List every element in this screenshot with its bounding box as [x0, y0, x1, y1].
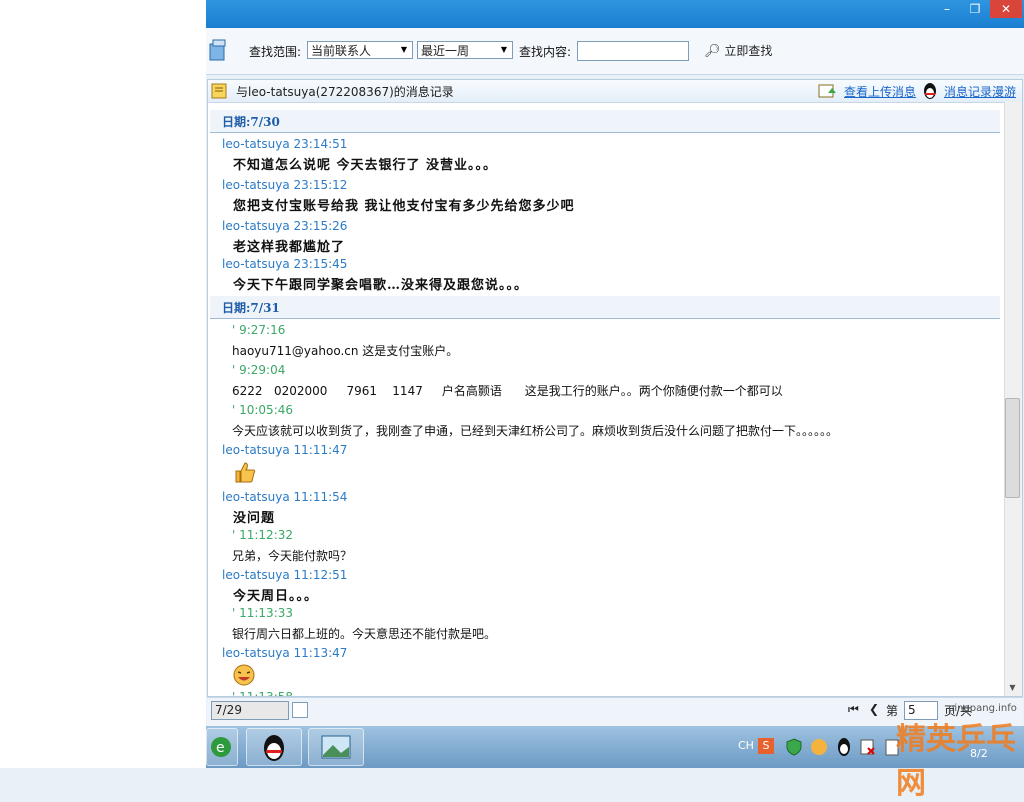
- calendar-icon[interactable]: [292, 702, 308, 718]
- qq-penguin-icon[interactable]: [922, 82, 938, 100]
- left-blank-panel: [0, 0, 206, 768]
- qq-icon: [264, 735, 284, 761]
- upload-icon[interactable]: [818, 83, 836, 99]
- search-content-input[interactable]: [577, 41, 689, 61]
- security-shield-icon[interactable]: [786, 738, 802, 756]
- message-text: 不知道怎么说呢 今天去银行了 没营业。。。: [233, 158, 498, 173]
- taskbar-picture-button[interactable]: [308, 728, 364, 766]
- first-page-icon[interactable]: ⏮: [848, 702, 859, 717]
- thumbs-up-emoji-icon: [235, 462, 256, 483]
- close-button[interactable]: ✕: [990, 0, 1022, 18]
- taskbar-qq-button[interactable]: [246, 728, 302, 766]
- picture-viewer-icon: [321, 735, 351, 759]
- search-content-label: 查找内容:: [519, 45, 572, 59]
- message-manager-icon[interactable]: [208, 38, 228, 62]
- message-text: 兄弟，今天能付款吗？: [232, 549, 353, 563]
- my-message-time: ' 11:12:32: [232, 528, 294, 542]
- date-bar: [210, 110, 1000, 133]
- period-value: 最近一周: [421, 44, 470, 58]
- message-text: 今天下午跟同学聚会唱歌…没来得及跟您说。。。: [233, 278, 529, 293]
- tray-qq-icon[interactable]: [836, 737, 852, 757]
- message-text: 6222 0202000 7961 1147 户名高颢语 这是我工行的账户。。两…: [232, 384, 783, 398]
- record-title: 与leo-tatsuya(272208367)的消息记录: [236, 85, 454, 99]
- minimize-button[interactable]: –: [934, 0, 960, 18]
- message-text: 今天周日。。。: [233, 589, 319, 604]
- my-message-time: ' 9:27:16: [232, 323, 286, 337]
- laughing-emoji-icon: [233, 664, 255, 686]
- ime-indicator[interactable]: CH: [738, 739, 754, 752]
- message-sender: leo-tatsuya 23:15:12: [222, 178, 348, 192]
- search-scope-value: 当前联系人: [311, 44, 372, 58]
- search-scope-select[interactable]: 当前联系人 ▼: [307, 41, 413, 59]
- message-text: 您把支付宝账号给我 我让他支付宝有多少先给您多少吧: [233, 199, 575, 214]
- message-text: 没问题: [233, 511, 276, 526]
- view-upload-link[interactable]: 查看上传消息: [844, 83, 916, 100]
- my-message-time: ' 11:13:33: [232, 606, 294, 620]
- message-sender: leo-tatsuya 11:11:47: [222, 443, 348, 457]
- message-text: 银行周六日都上班的。今天意思还不能付款是吧。: [232, 627, 497, 641]
- message-sender: leo-tatsuya 11:12:51: [222, 568, 348, 582]
- maximize-button[interactable]: ❐: [962, 0, 988, 18]
- date-label: 日期:7/30: [222, 115, 280, 129]
- scrollbar-thumb[interactable]: [1005, 398, 1020, 498]
- message-sender: leo-tatsuya 23:15:45: [222, 257, 348, 271]
- my-message-time: ' 9:29:04: [232, 363, 286, 377]
- watermark-url: pingpang.info: [948, 703, 1017, 714]
- chat-history-icon: [211, 83, 227, 99]
- date-bar: [210, 296, 1000, 319]
- ie-icon: e: [211, 737, 231, 757]
- chevron-down-icon: ▼: [400, 45, 408, 54]
- period-select[interactable]: 最近一周 ▼: [417, 41, 513, 59]
- message-sender: leo-tatsuya 23:14:51: [222, 137, 348, 151]
- message-text: 老这样我都尴尬了: [233, 240, 346, 255]
- search-icon: 🔎︎: [704, 44, 721, 59]
- search-now-button[interactable]: 🔎︎ 立即查找: [704, 41, 772, 61]
- search-now-label: 立即查找: [724, 44, 773, 58]
- taskbar-ie-button[interactable]: e: [206, 728, 238, 766]
- message-sender: leo-tatsuya 11:13:47: [222, 646, 348, 660]
- my-message-time: ' 10:05:46: [232, 403, 294, 417]
- tray-network-icon[interactable]: [860, 738, 876, 756]
- date-input[interactable]: 7/29: [211, 701, 289, 720]
- my-message-time: ' 11:13:58: [232, 690, 293, 696]
- search-scope-label: 查找范围:: [249, 45, 302, 59]
- site-watermark: 精英乒乓网: [896, 722, 1016, 801]
- title-bar: [206, 0, 1024, 28]
- chevron-down-icon: ▼: [500, 45, 508, 54]
- message-text: haoyu711@yahoo.cn 这是支付宝账户。: [232, 344, 459, 358]
- svg-text:e: e: [216, 740, 225, 756]
- record-roaming-link[interactable]: 消息记录漫游: [944, 83, 1016, 100]
- tray-app-icon[interactable]: [810, 738, 828, 756]
- scroll-down-arrow-icon[interactable]: ▼: [1005, 681, 1020, 695]
- message-sender: leo-tatsuya 11:11:54: [222, 490, 348, 504]
- date-label: 日期:7/31: [222, 301, 280, 315]
- message-text: 今天应该就可以收到货了，我刚查了申通，已经到天津红桥公司了。麻烦收到货后没什么问…: [232, 424, 839, 438]
- message-sender: leo-tatsuya 23:15:26: [222, 219, 348, 233]
- sogou-input-icon[interactable]: S: [758, 738, 774, 754]
- prev-page-icon[interactable]: ❮: [869, 702, 879, 716]
